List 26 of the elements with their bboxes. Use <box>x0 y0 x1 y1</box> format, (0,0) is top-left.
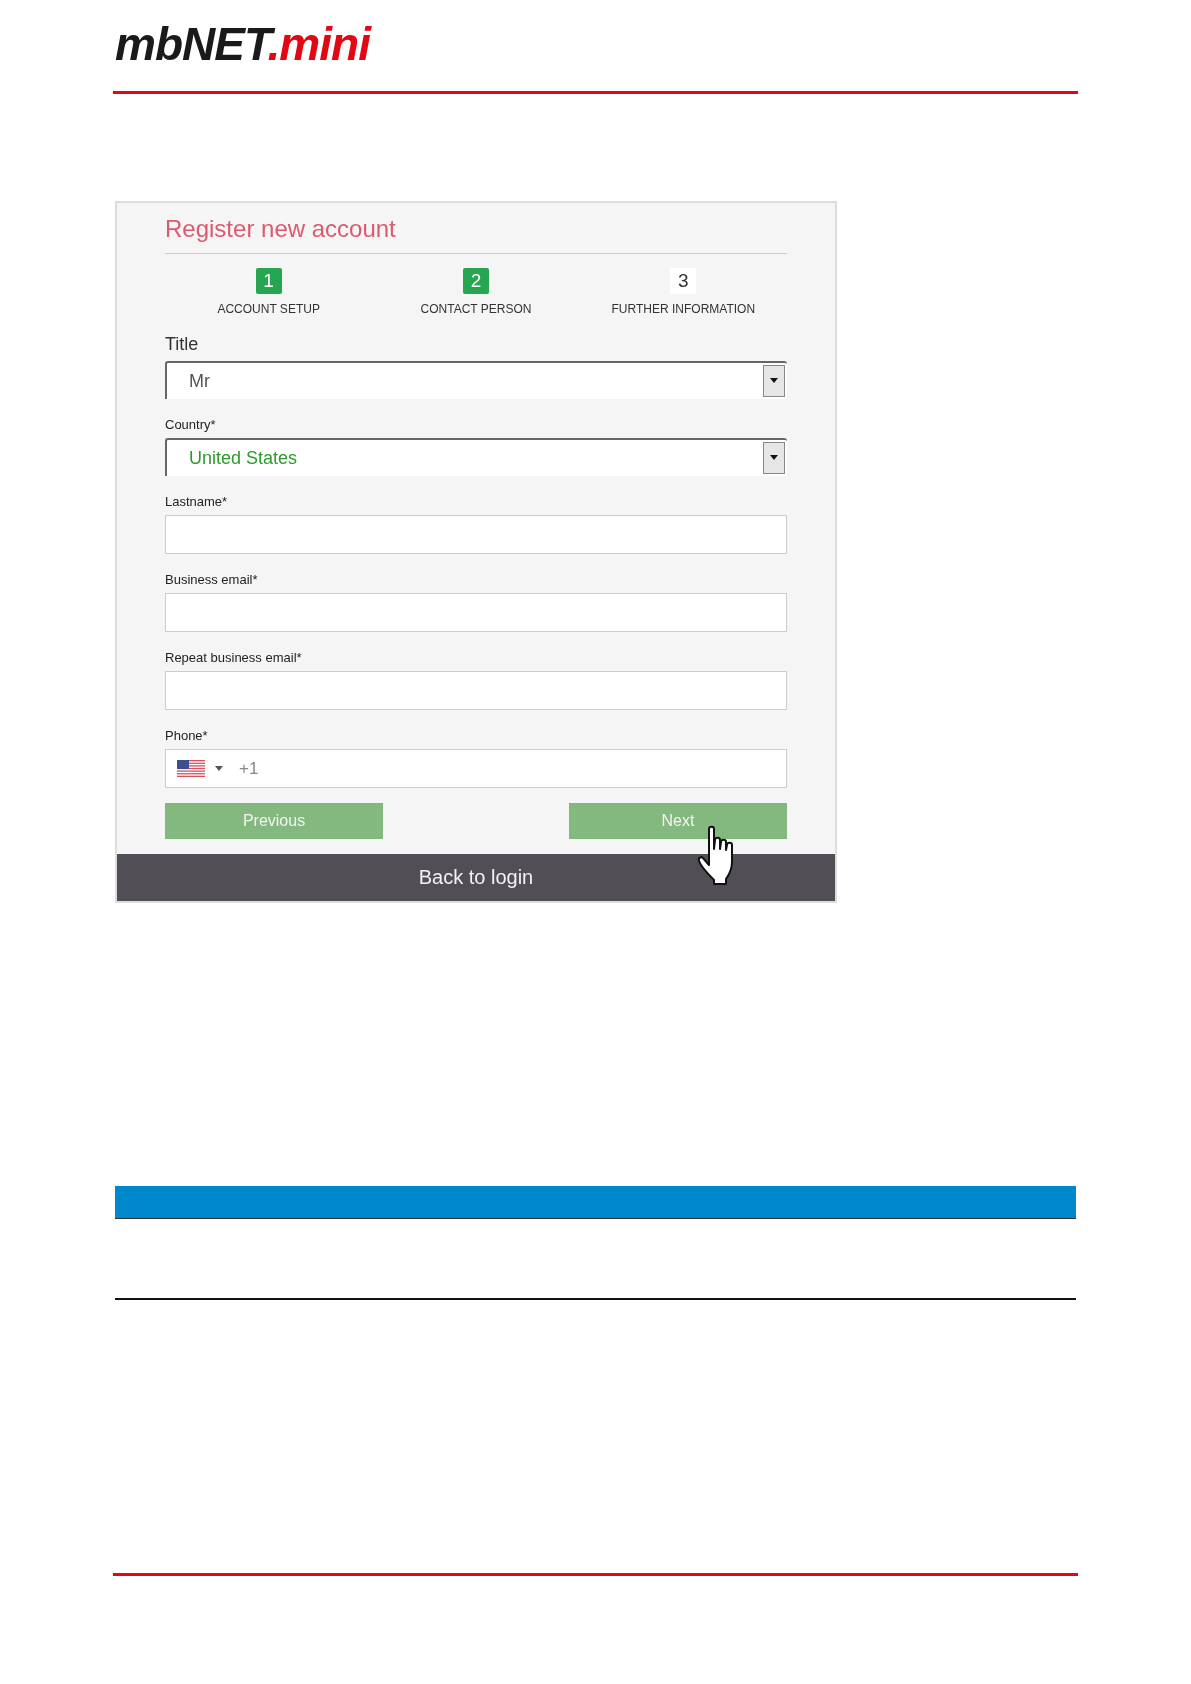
logo: mbNET.mini <box>115 22 370 66</box>
field-label: Repeat business email* <box>165 650 303 665</box>
step-label: ACCOUNT SETUP <box>217 302 320 316</box>
next-button[interactable]: Next <box>569 803 787 839</box>
step-number: 2 <box>463 268 489 294</box>
step-number: 1 <box>255 268 282 294</box>
step-label: FURTHER INFORMATION <box>611 302 756 316</box>
select-field[interactable]: United States <box>165 438 787 476</box>
field-label: Title <box>165 334 200 355</box>
step-label: CONTACT PERSON <box>420 302 532 316</box>
input-field[interactable] <box>165 671 787 710</box>
input-field[interactable] <box>165 593 787 632</box>
previous-button[interactable]: Previous <box>165 803 383 839</box>
phone-input[interactable]: +1 <box>239 758 786 779</box>
step-number: 3 <box>670 268 697 294</box>
field-label: Lastname* <box>165 494 229 509</box>
flag-icon[interactable] <box>177 760 205 777</box>
phone-field[interactable]: +1 <box>165 749 787 788</box>
select-field[interactable]: Mr <box>165 361 787 399</box>
caret-icon[interactable] <box>215 765 223 772</box>
field-label: Country* <box>165 417 217 432</box>
field-label: Business email* <box>165 572 259 587</box>
field-label: Phone* <box>165 728 209 743</box>
back-to-login-link[interactable]: Back to login <box>117 854 835 901</box>
input-field[interactable] <box>165 515 787 554</box>
form-title: Register new account <box>165 215 397 243</box>
